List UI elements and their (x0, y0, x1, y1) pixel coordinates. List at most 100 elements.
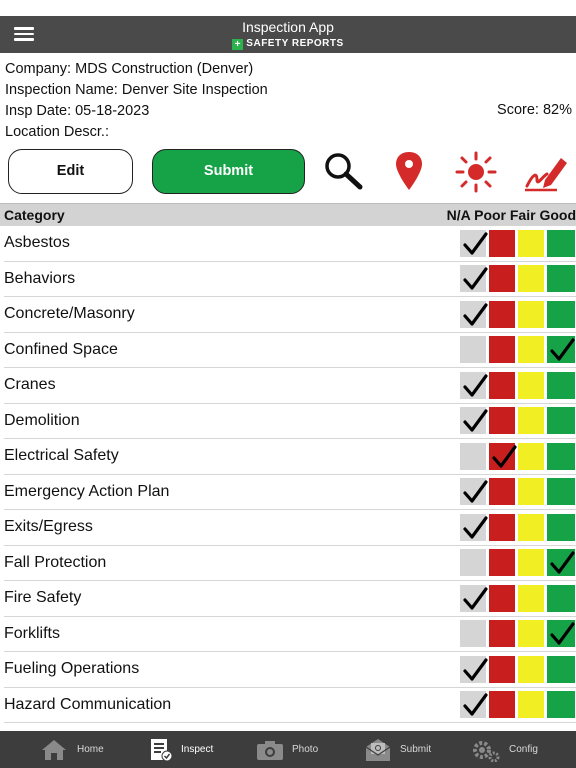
na-cell[interactable] (460, 229, 488, 257)
poor-cell[interactable] (489, 513, 515, 541)
location-pin-icon[interactable] (388, 150, 430, 194)
na-cell[interactable] (460, 265, 488, 292)
category-name[interactable]: Forklifts (4, 625, 60, 643)
fair-cell[interactable] (518, 336, 544, 363)
category-list: Asbestos Behaviors Concrete/Masonry Confine… (0, 226, 576, 723)
table-row: Demolition (4, 404, 576, 439)
fair-cell[interactable] (518, 371, 544, 399)
category-name[interactable]: Fire Safety (4, 589, 81, 607)
gears-icon (473, 741, 500, 762)
na-cell[interactable] (460, 336, 486, 363)
good-cell[interactable] (547, 584, 575, 612)
category-name[interactable]: Fall Protection (4, 554, 106, 572)
poor-cell[interactable] (489, 620, 515, 647)
fair-cell[interactable] (518, 513, 544, 541)
fair-cell[interactable] (518, 620, 544, 647)
poor-cell[interactable] (489, 265, 515, 292)
inspection-date-label: Insp Date: 05-18-2023 (5, 103, 150, 119)
fair-cell[interactable] (518, 442, 544, 470)
poor-cell[interactable] (489, 691, 515, 718)
category-name[interactable]: Exits/Egress (4, 518, 93, 536)
table-row: Fueling Operations (4, 652, 576, 688)
good-cell[interactable] (547, 336, 575, 363)
na-cell[interactable] (460, 655, 488, 683)
fair-cell[interactable] (518, 691, 544, 718)
app-header: Inspection App + SAFETY REPORTS (0, 16, 576, 53)
good-cell[interactable] (547, 691, 575, 718)
table-row: Hazard Communication (4, 688, 576, 723)
good-cell[interactable] (547, 513, 575, 541)
good-cell[interactable] (547, 371, 575, 399)
submit-button[interactable]: Submit (152, 149, 305, 194)
table-header: Category N/A Poor Fair Good (0, 203, 576, 226)
table-row: Forklifts (4, 617, 576, 652)
good-cell[interactable] (547, 620, 575, 647)
fair-cell[interactable] (518, 265, 544, 292)
fair-cell[interactable] (518, 478, 544, 505)
category-name[interactable]: Asbestos (4, 234, 70, 252)
good-cell[interactable] (547, 229, 575, 257)
tab-submit[interactable]: Submit (364, 731, 436, 768)
sun-icon[interactable] (455, 150, 497, 194)
category-name[interactable]: Hazard Communication (4, 696, 171, 714)
rating-column-header: N/A Poor Fair Good (446, 207, 576, 223)
na-cell[interactable] (460, 584, 488, 612)
table-row: Exits/Egress (4, 510, 576, 546)
poor-cell[interactable] (489, 336, 515, 363)
category-name[interactable]: Fueling Operations (4, 660, 139, 678)
good-cell[interactable] (547, 655, 575, 683)
score-label: Score: 82% (497, 102, 572, 118)
poor-cell[interactable] (489, 584, 515, 612)
envelope-icon (365, 739, 391, 761)
poor-cell[interactable] (489, 371, 515, 399)
tab-photo[interactable]: Photo (256, 731, 326, 768)
na-cell[interactable] (460, 691, 488, 718)
tab-inspect[interactable]: Inspect (148, 731, 223, 768)
fair-cell[interactable] (518, 407, 544, 434)
poor-cell[interactable] (489, 442, 517, 470)
tab-home-label: Home (77, 744, 104, 755)
tab-photo-label: Photo (292, 744, 319, 755)
na-cell[interactable] (460, 549, 486, 576)
fair-cell[interactable] (518, 300, 544, 328)
signature-icon[interactable] (523, 150, 569, 194)
category-name[interactable]: Demolition (4, 412, 80, 430)
good-cell[interactable] (547, 478, 575, 505)
poor-cell[interactable] (489, 407, 515, 434)
good-cell[interactable] (547, 300, 575, 328)
na-cell[interactable] (460, 620, 486, 647)
fair-cell[interactable] (518, 584, 544, 612)
edit-button[interactable]: Edit (8, 149, 133, 194)
poor-cell[interactable] (489, 229, 515, 257)
poor-cell[interactable] (489, 549, 515, 576)
clipboard-check-icon (151, 739, 173, 762)
tab-config[interactable]: Config (472, 731, 544, 768)
na-cell[interactable] (460, 407, 488, 434)
category-name[interactable]: Concrete/Masonry (4, 305, 135, 323)
good-cell[interactable] (547, 549, 575, 576)
poor-cell[interactable] (489, 300, 515, 328)
na-cell[interactable] (460, 478, 488, 505)
category-name[interactable]: Behaviors (4, 270, 75, 288)
category-name[interactable]: Electrical Safety (4, 447, 119, 465)
category-name[interactable]: Emergency Action Plan (4, 483, 169, 501)
na-cell[interactable] (460, 442, 486, 470)
na-cell[interactable] (460, 371, 488, 399)
category-name[interactable]: Confined Space (4, 341, 118, 359)
good-cell[interactable] (547, 442, 575, 470)
brand-text: SAFETY REPORTS (246, 38, 344, 49)
na-cell[interactable] (460, 300, 488, 328)
category-column-header: Category (4, 207, 65, 223)
category-name[interactable]: Cranes (4, 376, 56, 394)
fair-cell[interactable] (518, 655, 544, 683)
search-icon[interactable] (322, 150, 364, 194)
fair-cell[interactable] (518, 549, 544, 576)
fair-cell[interactable] (518, 229, 544, 257)
good-cell[interactable] (547, 265, 575, 292)
good-cell[interactable] (547, 407, 575, 434)
bottom-tab-bar: Home Inspect Photo Submit Config (0, 731, 576, 768)
poor-cell[interactable] (489, 478, 515, 505)
tab-home[interactable]: Home (40, 731, 110, 768)
poor-cell[interactable] (489, 655, 515, 683)
na-cell[interactable] (460, 513, 488, 541)
